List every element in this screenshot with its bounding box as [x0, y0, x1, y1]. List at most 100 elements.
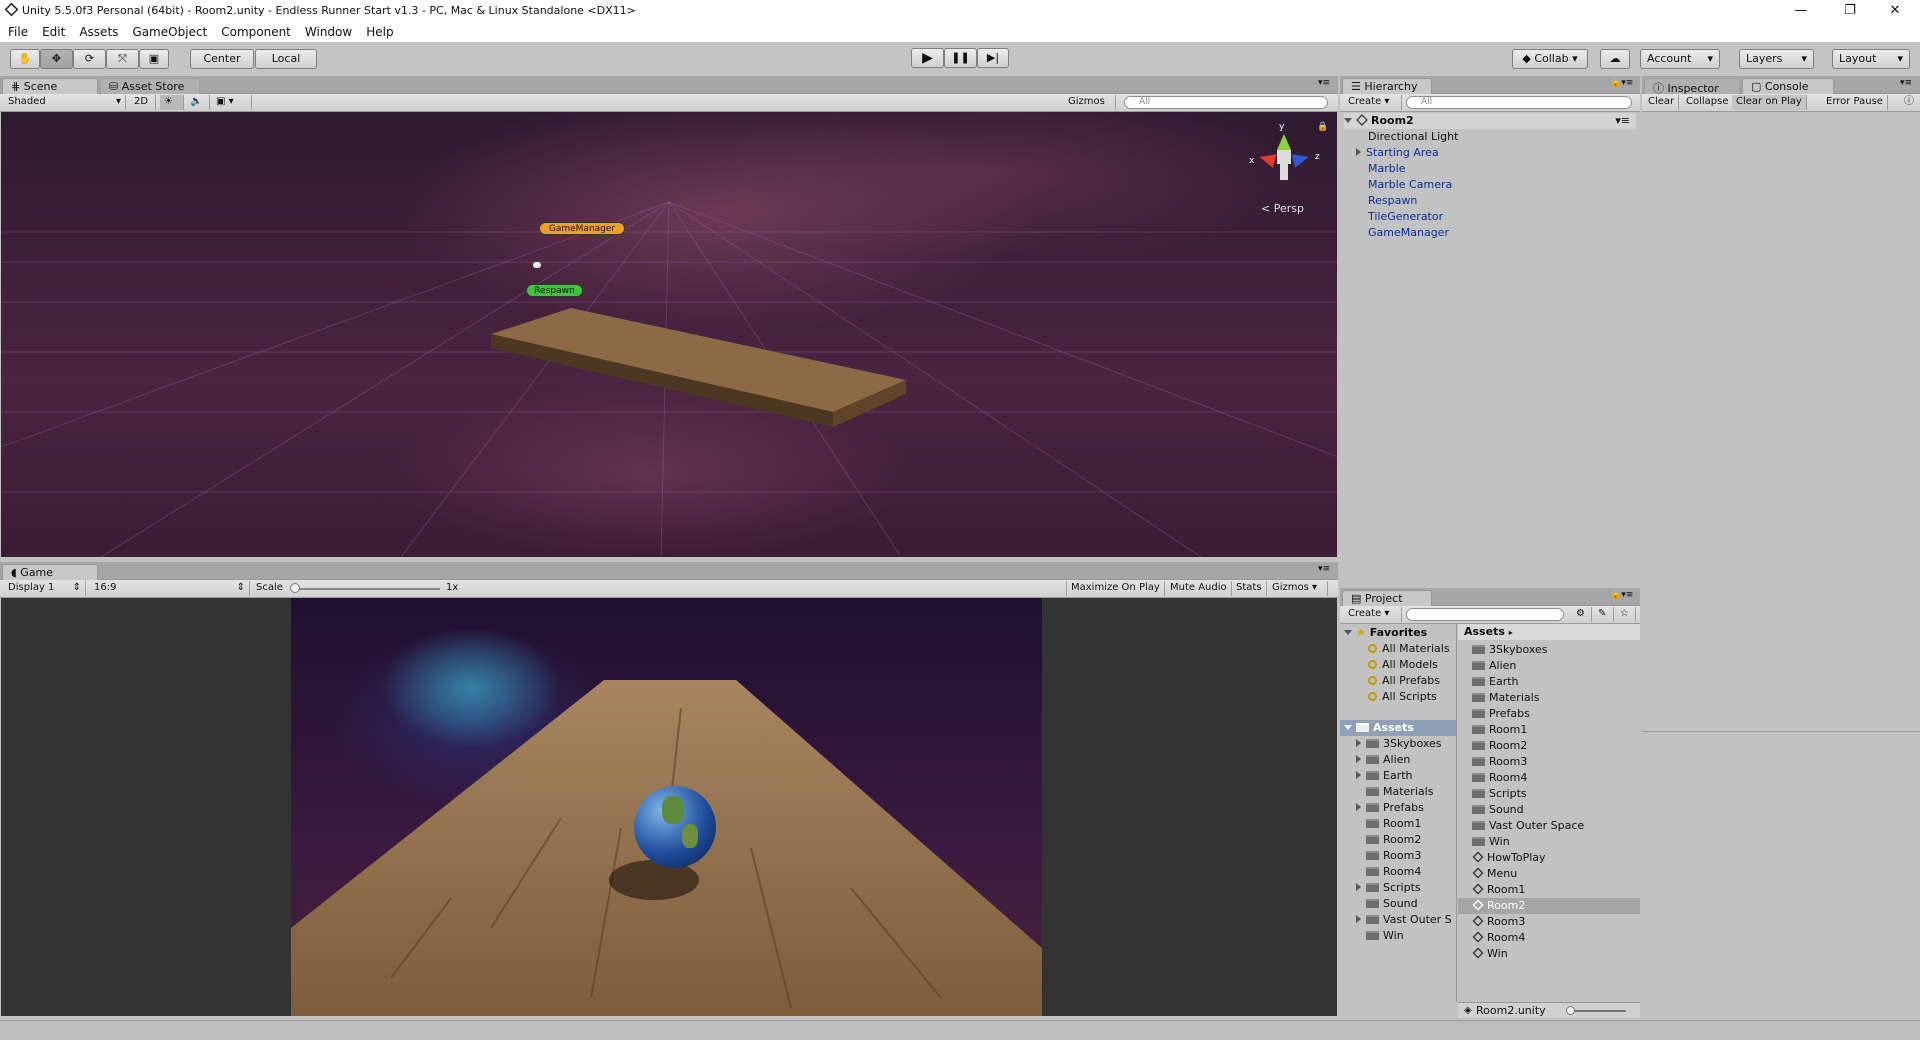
filter-by-type-icon[interactable]: ⚙ [1572, 607, 1592, 622]
menu-gameobject[interactable]: GameObject [124, 22, 213, 39]
space-local-button[interactable]: Local [255, 49, 317, 69]
expand-arrow-icon[interactable] [1356, 803, 1361, 811]
assets-arrow-icon[interactable] [1344, 725, 1352, 730]
project-search-input[interactable] [1406, 608, 1564, 621]
expand-arrow-icon[interactable] [1356, 148, 1361, 156]
restore-button[interactable]: ❐ [1838, 2, 1862, 20]
favorites-header[interactable]: ★ Favorites [1344, 625, 1427, 641]
console-clear-on-play-toggle[interactable]: Clear on Play [1732, 95, 1807, 110]
content-scene-selected[interactable]: Room2 [1458, 898, 1640, 914]
display-dropdown[interactable]: Display 1 ⇕ [4, 581, 86, 596]
favorite-item[interactable]: All Models [1368, 657, 1438, 673]
game-gizmos-dropdown[interactable]: Gizmos ▾ [1268, 581, 1328, 596]
icon-size-slider[interactable] [1570, 1010, 1626, 1012]
content-scene[interactable]: HowToPlay [1472, 850, 1546, 866]
2d-toggle[interactable]: 2D [130, 95, 156, 110]
account-button[interactable]: Account ▾ [1640, 49, 1720, 69]
tab-asset-store[interactable]: ⛁ Asset Store [100, 78, 200, 94]
hierarchy-create-button[interactable]: Create ▾ [1344, 95, 1402, 110]
console-log-area[interactable] [1642, 112, 1920, 732]
tree-folder[interactable]: Alien [1356, 752, 1410, 768]
hierarchy-item[interactable]: Marble [1368, 161, 1406, 177]
content-folder[interactable]: Materials [1472, 690, 1539, 706]
step-button[interactable]: ▶| [977, 48, 1009, 68]
move-tool-button[interactable]: ✥ [40, 49, 73, 69]
content-folder[interactable]: Scripts [1472, 786, 1527, 802]
mute-audio-toggle[interactable]: Mute Audio [1166, 581, 1232, 596]
menu-file[interactable]: File [0, 22, 34, 39]
audio-toggle-icon[interactable]: 🔈 [186, 95, 210, 110]
respawn-label[interactable]: Respawn [526, 284, 583, 297]
favorite-item[interactable]: All Scripts [1368, 689, 1437, 705]
project-lock-icon[interactable]: 🔒▾≡ [1610, 590, 1633, 600]
content-folder[interactable]: Alien [1472, 658, 1516, 674]
content-scene[interactable]: Win [1472, 946, 1508, 962]
layout-button[interactable]: Layout ▾ [1832, 49, 1910, 69]
expand-arrow-icon[interactable] [1356, 771, 1361, 779]
content-scene[interactable]: Room4 [1472, 930, 1525, 946]
maximize-on-play-toggle[interactable]: Maximize On Play [1066, 581, 1165, 596]
scene-viewport[interactable]: GameManager Respawn y x z 🔒 < Persp [1, 112, 1337, 557]
content-scene[interactable]: Room3 [1472, 914, 1525, 930]
effects-dropdown-icon[interactable]: ▣ ▾ [212, 95, 252, 110]
content-folder[interactable]: Prefabs [1472, 706, 1530, 722]
menu-assets[interactable]: Assets [71, 22, 124, 39]
hierarchy-item[interactable]: Respawn [1368, 193, 1417, 209]
collab-button[interactable]: ◆ Collab ▾ [1512, 49, 1588, 69]
tree-folder[interactable]: Room1 [1366, 816, 1421, 832]
expand-arrow-icon[interactable] [1356, 883, 1361, 891]
favorite-item[interactable]: All Prefabs [1368, 673, 1440, 689]
rotate-tool-button[interactable]: ⟳ [73, 49, 106, 69]
tree-folder[interactable]: Vast Outer S [1356, 912, 1452, 928]
rect-tool-button[interactable]: ▣ [139, 49, 169, 69]
console-error-pause-toggle[interactable]: Error Pause [1822, 95, 1888, 110]
content-scene[interactable]: Room1 [1472, 882, 1525, 898]
tab-game[interactable]: ◖ Game [2, 564, 98, 580]
console-detail-area[interactable] [1642, 733, 1920, 1018]
content-folder[interactable]: Room2 [1472, 738, 1527, 754]
expand-arrow-icon[interactable] [1356, 915, 1361, 923]
content-folder[interactable]: 3Skyboxes [1472, 642, 1548, 658]
console-info-icon[interactable]: ⓘ [1900, 95, 1918, 110]
favorites-arrow-icon[interactable] [1344, 630, 1352, 635]
play-button[interactable]: ▶ [911, 48, 944, 68]
content-folder[interactable]: Vast Outer Space [1472, 818, 1584, 834]
hierarchy-item[interactable]: GameManager [1368, 225, 1449, 241]
scene-orientation-gizmo[interactable]: y x z [1247, 122, 1323, 192]
tree-folder[interactable]: Room4 [1366, 864, 1421, 880]
scene-options-icon[interactable]: ▾≡ [1615, 113, 1630, 129]
tab-project[interactable]: ▤ Project [1342, 590, 1432, 606]
scene-search-input[interactable]: All [1124, 96, 1328, 109]
content-scene[interactable]: Menu [1472, 866, 1517, 882]
pause-button[interactable]: ❚❚ [944, 48, 977, 68]
content-folder[interactable]: Room1 [1472, 722, 1527, 738]
collapse-arrow-icon[interactable] [1344, 118, 1352, 123]
menu-help[interactable]: Help [358, 22, 399, 39]
light-gizmo-icon[interactable] [533, 262, 541, 268]
project-breadcrumb[interactable]: Assets ▸ [1458, 624, 1640, 640]
game-pane-menu-icon[interactable]: ▾≡ [1318, 564, 1330, 574]
tree-folder[interactable]: Win [1366, 928, 1404, 944]
favorite-star-icon[interactable]: ☆ [1616, 607, 1636, 622]
tree-folder[interactable]: Room2 [1366, 832, 1421, 848]
tab-scene[interactable]: ⋕ Scene [2, 78, 98, 94]
content-folder[interactable]: Room4 [1472, 770, 1527, 786]
console-pane-menu-icon[interactable]: ▾≡ [1900, 78, 1912, 88]
game-viewport[interactable] [291, 598, 1042, 1016]
menu-edit[interactable]: Edit [34, 22, 71, 39]
tree-folder[interactable]: Prefabs [1356, 800, 1424, 816]
scene-lock-icon[interactable]: 🔒 [1317, 122, 1328, 132]
hand-tool-button[interactable]: ✋ [10, 49, 40, 69]
hierarchy-lock-icon[interactable]: 🔒▾≡ [1610, 78, 1633, 88]
content-folder[interactable]: Win [1472, 834, 1510, 850]
tree-folder[interactable]: Materials [1366, 784, 1433, 800]
lighting-toggle-icon[interactable]: ☀ [160, 95, 184, 110]
shading-dropdown[interactable]: Shaded ▾ [4, 95, 126, 110]
hierarchy-item[interactable]: Directional Light [1368, 129, 1458, 145]
tree-folder[interactable]: Room3 [1366, 848, 1421, 864]
stats-toggle[interactable]: Stats [1232, 581, 1267, 596]
hierarchy-item[interactable]: Starting Area [1356, 145, 1439, 161]
gizmos-dropdown[interactable]: Gizmos ▾ [1064, 95, 1116, 121]
hierarchy-item[interactable]: Marble Camera [1368, 177, 1452, 193]
aspect-dropdown[interactable]: 16:9 ⇕ [90, 581, 250, 596]
